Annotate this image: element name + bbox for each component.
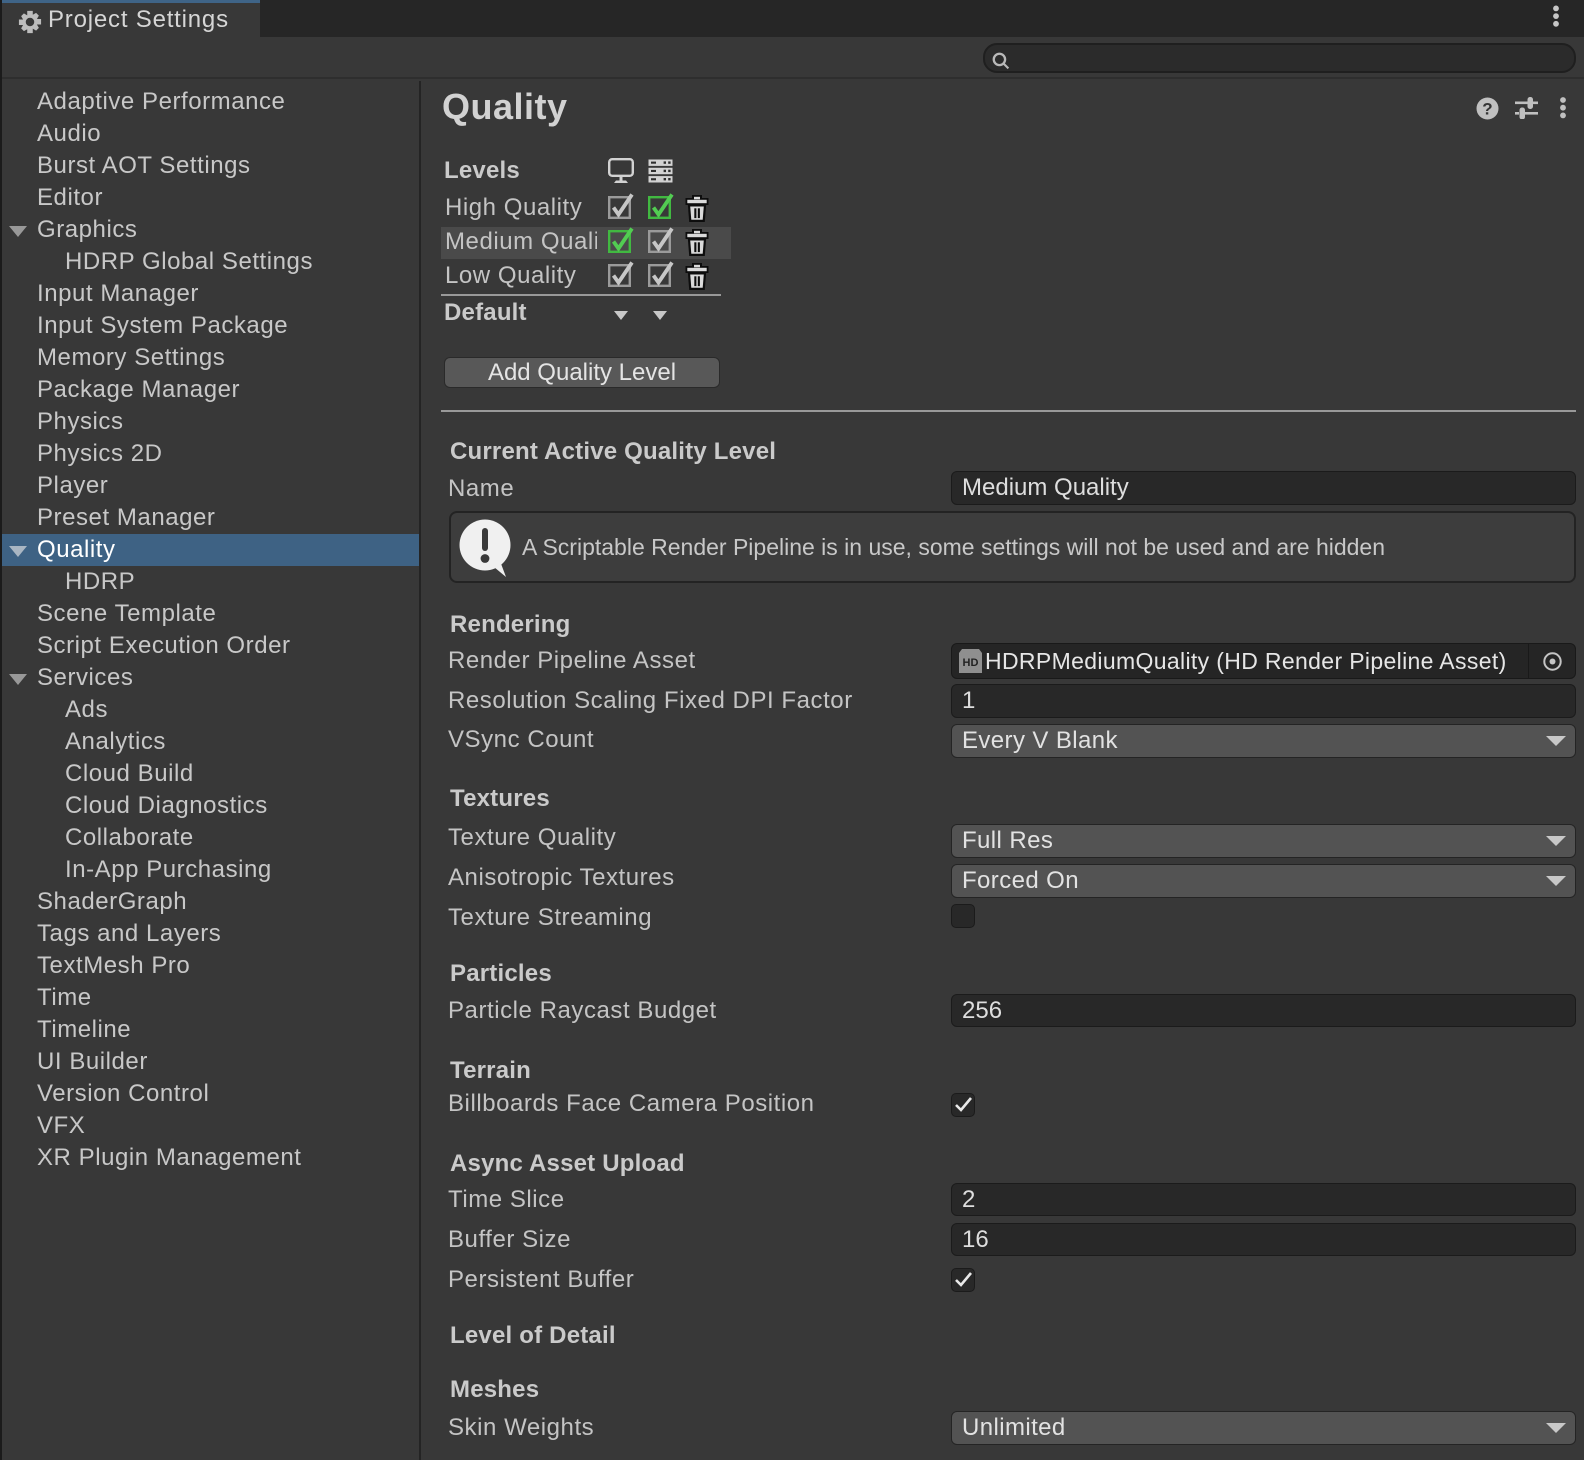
svg-text:HD: HD: [963, 657, 979, 669]
svg-text:?: ?: [1482, 100, 1492, 119]
